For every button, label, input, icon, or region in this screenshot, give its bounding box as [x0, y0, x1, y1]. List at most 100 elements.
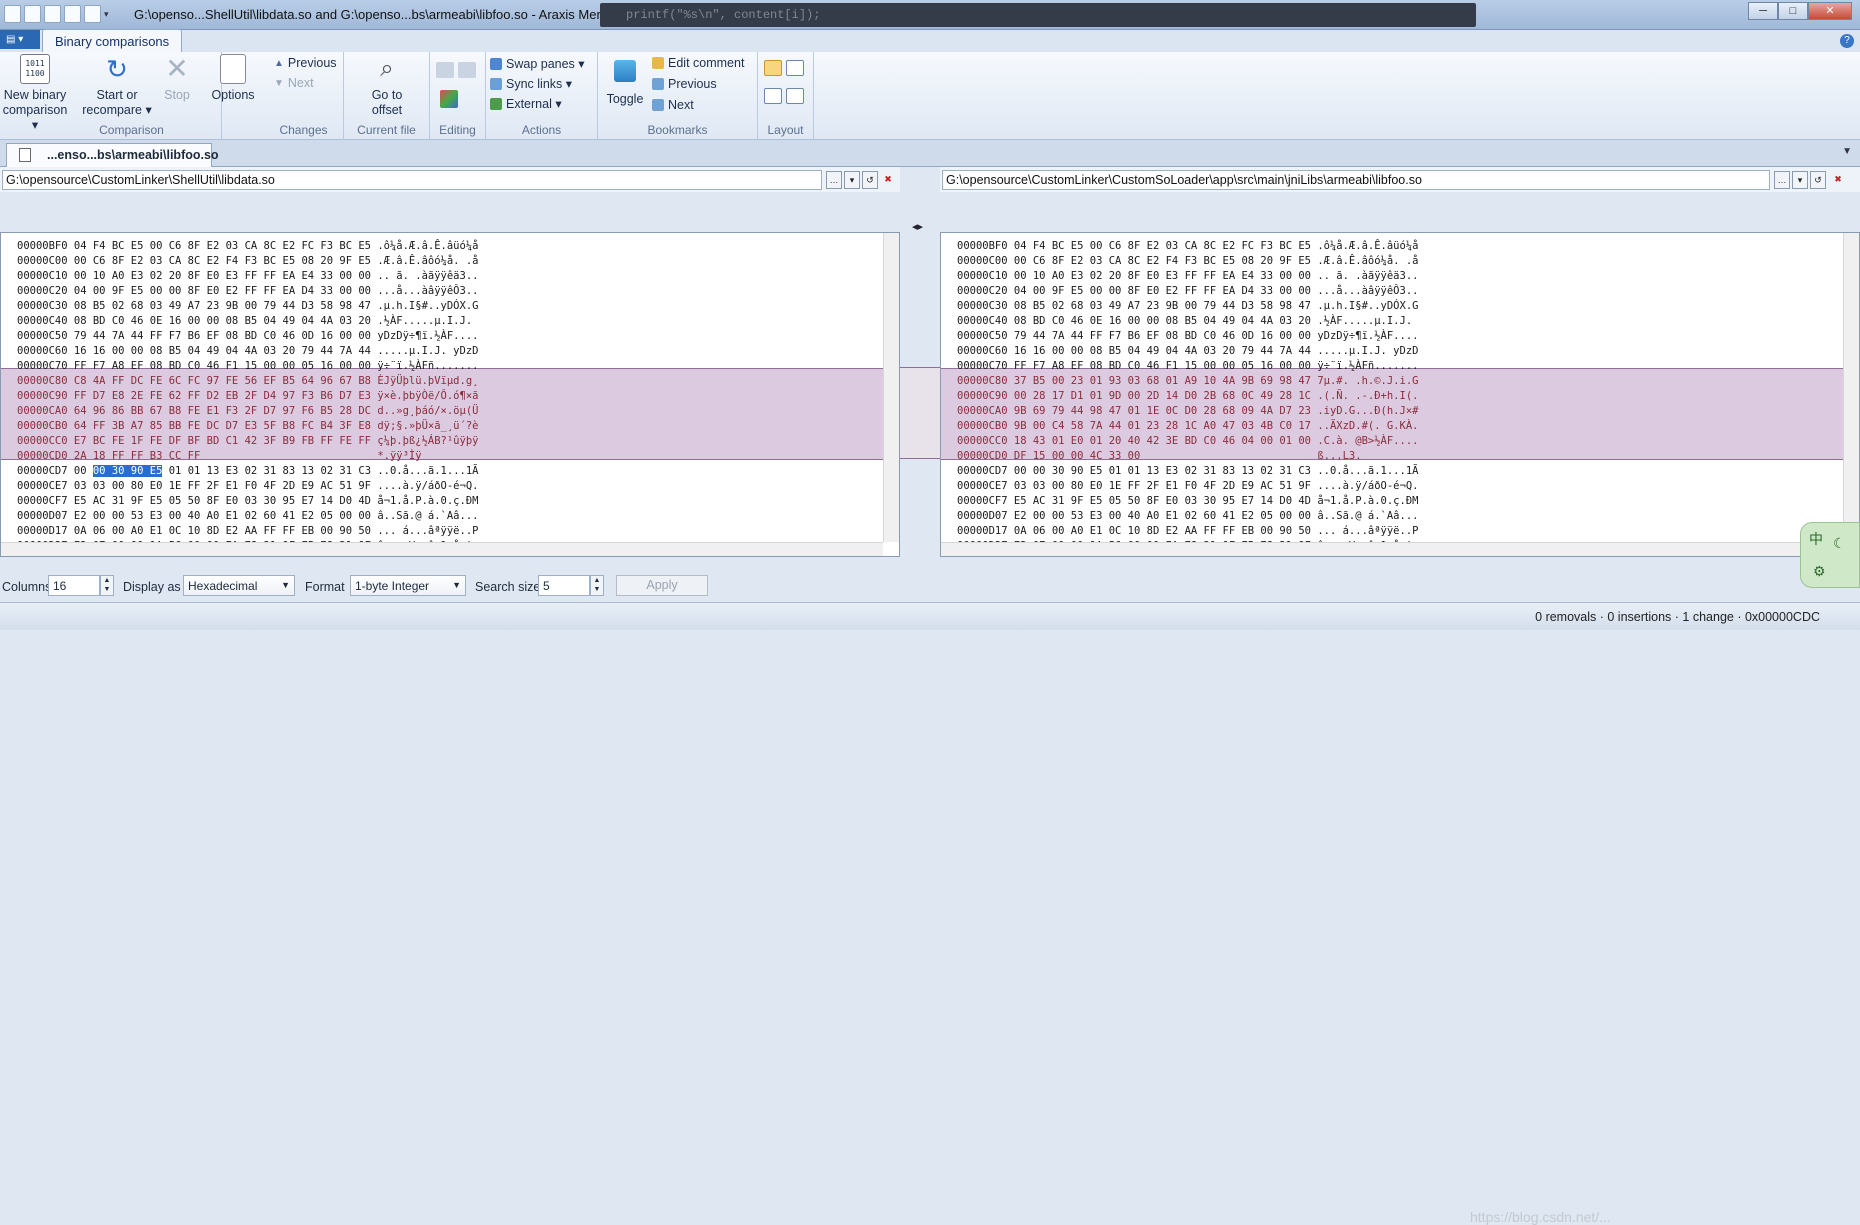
search-size-input[interactable]: 5 [538, 575, 590, 596]
app-icon[interactable] [4, 5, 21, 23]
hex-row[interactable]: 00000CD0 DF 15 00 00 4C 33 00 ß...L3. [957, 449, 1362, 464]
save-icon[interactable] [64, 5, 81, 23]
hex-row[interactable]: 00000C60 16 16 00 00 08 B5 04 49 04 4A 0… [957, 344, 1418, 359]
hex-row[interactable]: 00000CC0 18 43 01 E0 01 20 40 42 3E BD C… [957, 434, 1418, 449]
hex-row[interactable]: 00000CF7 E5 AC 31 9F E5 05 50 8F E0 03 3… [17, 494, 478, 509]
help-icon[interactable]: ? [1840, 34, 1854, 48]
left-close-file-icon[interactable]: ✖ [880, 171, 896, 189]
right-path-input[interactable]: G:\opensource\CustomLinker\CustomSoLoade… [942, 170, 1770, 190]
selected-bytes[interactable]: 00 30 90 E5 [92, 465, 163, 477]
hex-row[interactable]: 00000BF0 04 F4 BC E5 00 C6 8F E2 03 CA 8… [17, 239, 478, 254]
hex-row[interactable]: 00000C40 08 BD C0 46 0E 16 00 00 08 B5 0… [957, 314, 1418, 329]
layout-horizontal-buttons[interactable] [764, 88, 804, 104]
right-reload-icon[interactable]: ↺ [1810, 171, 1826, 189]
maximize-button[interactable]: □ [1778, 2, 1808, 20]
hex-row[interactable]: 00000C40 08 BD C0 46 0E 16 00 00 08 B5 0… [17, 314, 478, 329]
hex-row[interactable]: 00000C30 08 B5 02 68 03 49 A7 23 9B 00 7… [17, 299, 478, 314]
open-file-icon[interactable] [44, 5, 61, 23]
hex-row[interactable]: 00000C30 08 B5 02 68 03 49 A7 23 9B 00 7… [957, 299, 1418, 314]
hex-row[interactable]: 00000CD7 00 00 30 90 E5 01 01 13 E3 02 3… [957, 464, 1418, 479]
new-binary-comparison-button[interactable]: 1011 1100 New binary comparison ▾ [0, 54, 70, 133]
hex-row[interactable]: 00000D07 E2 00 00 53 E3 00 40 A0 E1 02 6… [17, 509, 478, 524]
right-browse-button[interactable]: … [1774, 171, 1790, 189]
horizontal-scrollbar[interactable] [941, 542, 1843, 556]
sync-links-button[interactable]: Sync links ▾ [490, 76, 572, 91]
columns-spinner[interactable]: ▲ ▼ [100, 575, 114, 596]
previous-change-button[interactable]: ▲ Previous [274, 56, 337, 70]
options-button[interactable]: Options [206, 54, 260, 103]
new-file-icon[interactable] [24, 5, 41, 23]
hex-row[interactable]: 00000CE7 03 03 00 80 E0 1E FF 2F E1 F0 4… [957, 479, 1418, 494]
hex-row[interactable]: 00000CF7 E5 AC 31 9F E5 05 50 8F E0 03 3… [957, 494, 1418, 509]
left-browse-button[interactable]: … [826, 171, 842, 189]
layout-vertical-buttons[interactable] [764, 60, 804, 76]
bookmarks-group: Toggle Edit comment Previous Next Bookma… [598, 52, 758, 140]
hex-row[interactable]: 00000CC0 E7 BC FE 1F FE DF BF BD C1 42 3… [17, 434, 478, 449]
hex-row[interactable]: 00000C60 16 16 00 00 08 B5 04 49 04 4A 0… [17, 344, 478, 359]
next-change-button[interactable]: ▼ Next [274, 76, 314, 90]
left-reload-icon[interactable]: ↺ [862, 171, 878, 189]
search-size-spinner[interactable]: ▲ ▼ [590, 575, 604, 596]
apply-button[interactable]: Apply [616, 575, 708, 596]
format-select[interactable]: 1-byte Integer ▼ [350, 575, 466, 596]
hex-row[interactable]: 00000CA0 64 96 86 BB 67 B8 FE E1 F3 2F D… [17, 404, 478, 419]
go-to-offset-button[interactable]: ⌕ Go to offset [358, 54, 416, 118]
stop-button[interactable]: ✕ Stop [160, 54, 194, 103]
vertical-scrollbar[interactable] [883, 233, 899, 542]
hex-row[interactable]: 00000C50 79 44 7A 44 FF F7 B6 EF 08 BD C… [957, 329, 1418, 344]
toggle-bookmark-button[interactable]: Toggle [602, 54, 648, 107]
external-button[interactable]: External ▾ [490, 96, 562, 111]
copy-icon[interactable] [84, 5, 101, 23]
hex-row[interactable]: 00000C50 79 44 7A 44 FF F7 B6 EF 08 BD C… [17, 329, 478, 344]
edit-highlight-button[interactable] [440, 90, 458, 108]
minimize-button[interactable]: ─ [1748, 2, 1778, 20]
hex-row[interactable]: 00000CD7 00 00 30 90 E5 01 01 13 E3 02 3… [17, 464, 478, 479]
horizontal-scrollbar[interactable] [1, 542, 883, 556]
hex-row[interactable]: 00000C90 FF D7 E8 2E FE 62 FF D2 EB 2F D… [17, 389, 478, 404]
display-as-select[interactable]: Hexadecimal ▼ [183, 575, 295, 596]
edit-comment-button[interactable]: Edit comment [652, 56, 744, 70]
next-bookmark-button[interactable]: Next [652, 98, 694, 112]
hex-row[interactable]: 00000C00 00 C6 8F E2 03 CA 8C E2 F4 F3 B… [957, 254, 1418, 269]
tab-binary-comparisons[interactable]: Binary comparisons [42, 29, 183, 53]
left-hex-pane[interactable]: 00000BF0 04 F4 BC E5 00 C6 8F E2 03 CA 8… [0, 232, 900, 557]
vertical-scrollbar[interactable] [1843, 233, 1859, 542]
hex-row[interactable]: 00000CD0 2A 18 FF FF B3 CC FF *.ÿÿ³Ìÿ [17, 449, 422, 464]
left-path-input[interactable]: G:\opensource\CustomLinker\ShellUtil\lib… [2, 170, 822, 190]
hex-row[interactable]: 00000C00 00 C6 8F E2 03 CA 8C E2 F4 F3 B… [17, 254, 478, 269]
hex-row[interactable]: 00000D07 E2 00 00 53 E3 00 40 A0 E1 02 6… [957, 509, 1418, 524]
application-menu-button[interactable]: ▤ ▾ [0, 30, 40, 49]
document-tab-row: ...enso...bs\armeabi\libfoo.so ▼ [0, 140, 1860, 167]
hex-row[interactable]: 00000C10 00 10 A0 E3 02 20 8F E0 E3 FF F… [17, 269, 478, 284]
hex-row[interactable]: 00000C20 04 00 9F E5 00 00 8F E0 E2 FF F… [957, 284, 1418, 299]
hex-row[interactable]: 00000C10 00 10 A0 E3 02 20 8F E0 E3 FF F… [957, 269, 1418, 284]
hex-row[interactable]: 00000CE7 03 03 00 80 E0 1E FF 2F E1 F0 4… [17, 479, 478, 494]
right-history-dropdown[interactable]: ▾ [1792, 171, 1808, 189]
hex-row[interactable]: 00000C90 00 28 17 D1 01 9D 00 2D 14 D0 2… [957, 389, 1418, 404]
hex-row[interactable]: 00000D17 0A 06 00 A0 E1 0C 10 8D E2 AA F… [17, 524, 478, 539]
tab-list-dropdown-icon[interactable]: ▼ [1842, 146, 1852, 157]
hex-row[interactable]: 00000BF0 04 F4 BC E5 00 C6 8F E2 03 CA 8… [957, 239, 1418, 254]
close-button[interactable]: ✕ [1808, 2, 1852, 20]
hex-row[interactable]: 00000C70 FF F7 A8 EF 08 BD C0 46 F1 15 0… [17, 359, 478, 374]
redo-icon [458, 62, 476, 78]
hex-row[interactable]: 00000C80 37 B5 00 23 01 93 03 68 01 A9 1… [957, 374, 1418, 389]
hex-row[interactable]: 00000CA0 9B 69 79 44 98 47 01 1E 0C D0 2… [957, 404, 1418, 419]
right-hex-pane[interactable]: 00000BF0 04 F4 BC E5 00 C6 8F E2 03 CA 8… [940, 232, 1860, 557]
qat-dropdown-icon[interactable]: ▾ [104, 5, 114, 23]
ime-widget[interactable]: 中 ☾ ⚙ [1800, 522, 1860, 588]
swap-panes-button[interactable]: Swap panes ▾ [490, 56, 585, 71]
hex-row[interactable]: 00000CB0 64 FF 3B A7 85 BB FE DC D7 E3 5… [17, 419, 478, 434]
hex-row[interactable]: 00000C70 FF F7 A8 EF 08 BD C0 46 F1 15 0… [957, 359, 1418, 374]
hex-row[interactable]: 00000D17 0A 06 00 A0 E1 0C 10 8D E2 AA F… [957, 524, 1418, 539]
document-tab[interactable]: ...enso...bs\armeabi\libfoo.so [6, 143, 219, 167]
previous-bookmark-button[interactable]: Previous [652, 77, 717, 91]
hex-row[interactable]: 00000C80 C8 4A FF DC FE 6C FC 97 FE 56 E… [17, 374, 478, 389]
undo-redo-buttons[interactable] [436, 62, 476, 78]
left-history-dropdown[interactable]: ▾ [844, 171, 860, 189]
start-recompare-button[interactable]: ↻ Start or recompare ▾ [78, 54, 156, 118]
hex-row[interactable]: 00000CB0 9B 00 C4 58 7A 44 01 23 28 1C A… [957, 419, 1418, 434]
right-close-file-icon[interactable]: ✖ [1830, 171, 1846, 189]
columns-input[interactable]: 16 [48, 575, 100, 596]
hex-row[interactable]: 00000C20 04 00 9F E5 00 00 8F E0 E2 FF F… [17, 284, 478, 299]
